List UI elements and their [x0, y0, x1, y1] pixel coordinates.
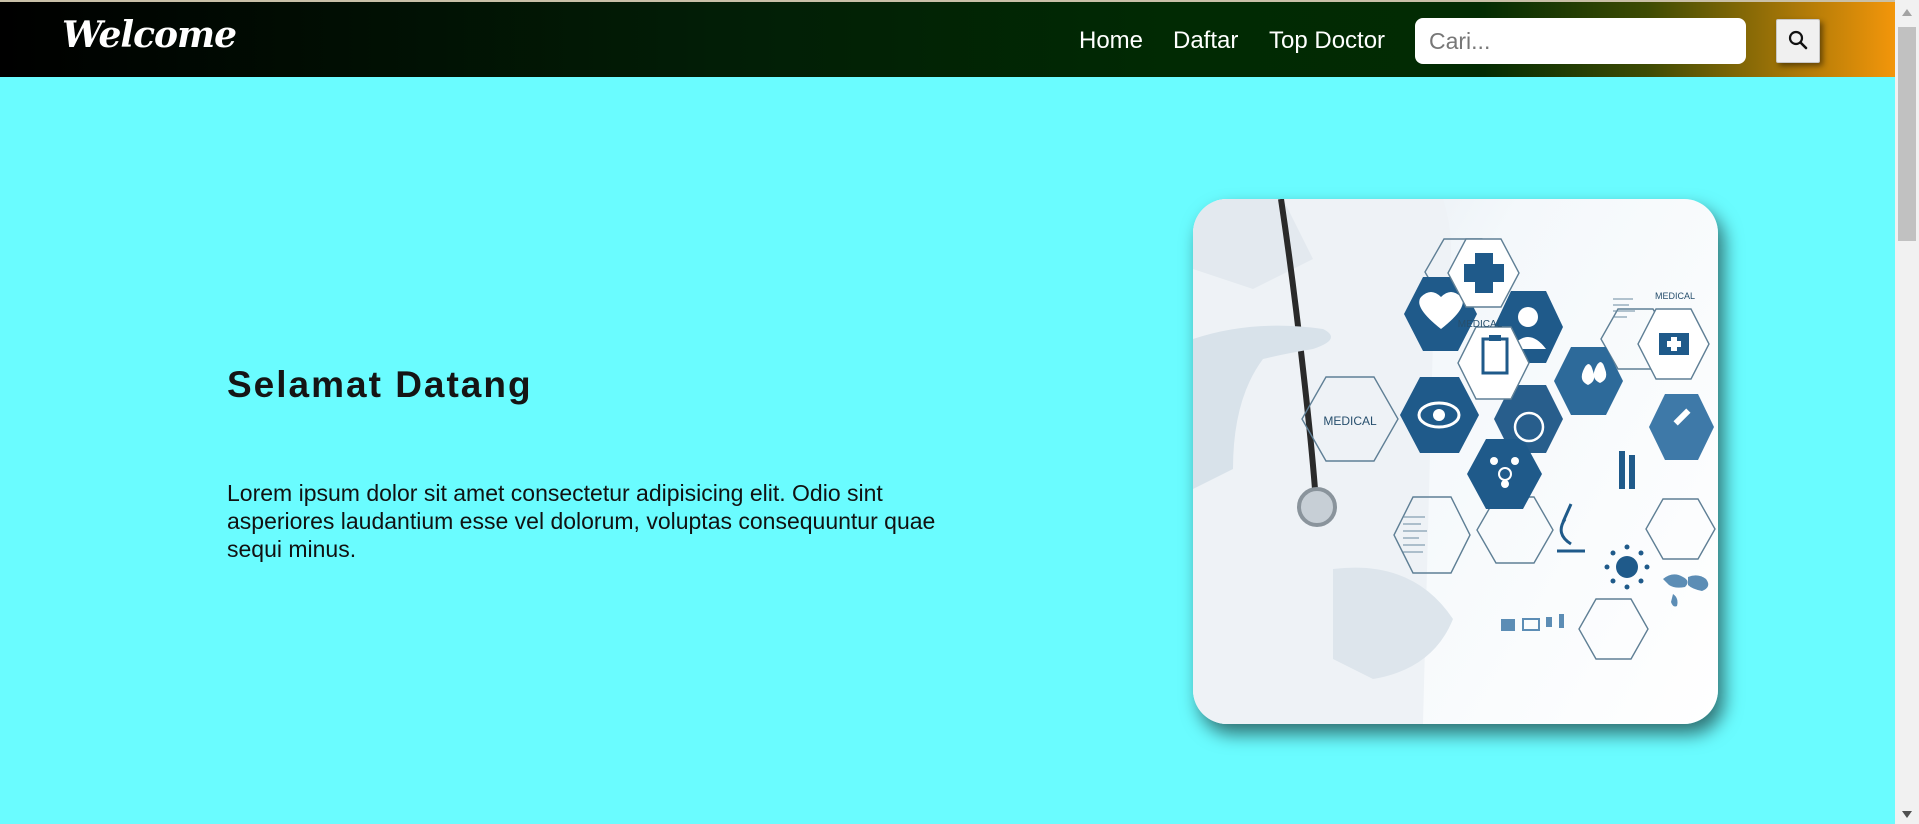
- hex-label-medical-3: MEDICAL: [1655, 291, 1695, 301]
- search-icon: [1788, 30, 1808, 53]
- nav-link-top-doctor[interactable]: Top Doctor: [1269, 27, 1385, 55]
- scroll-up-arrow-icon[interactable]: [1902, 9, 1912, 16]
- hex-label-medical-2: MEDICAL: [1458, 319, 1503, 330]
- test-tubes-icon: [1619, 451, 1635, 489]
- nav-link-home[interactable]: Home: [1079, 27, 1143, 55]
- nav-link-daftar[interactable]: Daftar: [1173, 27, 1238, 55]
- hero-title: Selamat Datang: [227, 364, 533, 405]
- world-map-icon: [1663, 574, 1709, 607]
- search-button[interactable]: [1776, 19, 1820, 63]
- navbar: Welcome Home Daftar Top Doctor: [0, 0, 1895, 77]
- search-input[interactable]: [1415, 18, 1746, 64]
- virus-icon: [1604, 544, 1650, 590]
- hex-label-medical-1: MEDICAL: [1323, 414, 1377, 428]
- hero-description: Lorem ipsum dolor sit amet consectetur a…: [227, 480, 936, 562]
- hero-image: MEDICAL MEDICAL MEDICAL: [1193, 199, 1718, 724]
- scroll-thumb[interactable]: [1898, 27, 1916, 241]
- scroll-down-arrow-icon[interactable]: [1902, 811, 1912, 818]
- vertical-scrollbar[interactable]: [1895, 0, 1919, 824]
- microscope-icon: [1557, 503, 1585, 553]
- brand-logo[interactable]: Welcome: [62, 14, 237, 56]
- medical-illustration: MEDICAL MEDICAL MEDICAL: [1193, 199, 1716, 724]
- syringe-icon: [1649, 394, 1714, 460]
